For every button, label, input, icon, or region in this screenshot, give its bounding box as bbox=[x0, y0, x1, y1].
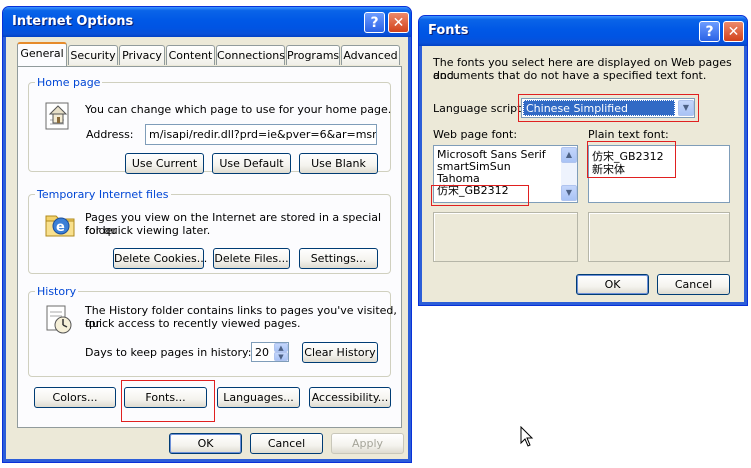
fonts-help-button[interactable]: ? bbox=[699, 21, 720, 42]
tab-general[interactable]: General bbox=[17, 42, 67, 66]
fonts-button-highlight bbox=[121, 380, 215, 422]
plain-text-preview bbox=[588, 212, 730, 262]
web-font-scroll-up-button[interactable]: ▲ bbox=[561, 147, 577, 163]
chevron-down-icon: ▼ bbox=[565, 188, 573, 197]
tab-programs[interactable]: Programs bbox=[286, 45, 340, 65]
help-icon: ? bbox=[370, 14, 379, 31]
days-spin-down-button[interactable]: ▼ bbox=[274, 352, 288, 361]
tab-advanced[interactable]: Advanced bbox=[341, 45, 400, 65]
plain-text-font-highlight bbox=[587, 141, 676, 178]
address-input[interactable]: m/isapi/redir.dll?prd=ie&pver=6&ar=msnho… bbox=[145, 124, 377, 145]
language-script-highlight bbox=[518, 94, 699, 122]
colors-button[interactable]: Colors... bbox=[34, 387, 116, 408]
address-label: Address: bbox=[86, 128, 134, 141]
clear-history-button[interactable]: Clear History bbox=[302, 342, 378, 363]
web-font-scroll-track[interactable] bbox=[561, 163, 577, 185]
plain-text-font-label: Plain text font: bbox=[588, 128, 669, 141]
cancel-button[interactable]: Cancel bbox=[250, 433, 323, 454]
temp-files-icon: e bbox=[45, 215, 75, 237]
general-tab-panel: Home page You can change which page to u… bbox=[17, 66, 402, 428]
close-icon: ✕ bbox=[727, 23, 740, 40]
fonts-dialog-title: Fonts bbox=[428, 23, 469, 38]
fonts-description-line2: documents that do not have a specified t… bbox=[433, 69, 707, 82]
language-script-label: Language script: bbox=[433, 102, 526, 115]
close-button[interactable]: ✕ bbox=[388, 12, 409, 33]
internet-options-titlebar[interactable]: Internet Options ? ✕ bbox=[3, 7, 411, 37]
fonts-close-button[interactable]: ✕ bbox=[723, 21, 744, 42]
days-spin-up-button[interactable]: ▲ bbox=[274, 343, 288, 352]
history-icon bbox=[46, 305, 72, 334]
spin-up-icon: ▲ bbox=[278, 344, 284, 352]
web-font-scroll-down-button[interactable]: ▼ bbox=[561, 185, 577, 201]
spin-down-icon: ▼ bbox=[278, 353, 284, 361]
home-page-icon bbox=[45, 102, 69, 130]
help-button[interactable]: ? bbox=[364, 12, 385, 33]
history-group: History bbox=[28, 285, 391, 377]
tab-privacy[interactable]: Privacy bbox=[119, 45, 165, 65]
accessibility-button[interactable]: Accessibility... bbox=[309, 387, 391, 408]
tab-strip: General Security Privacy Content Connect… bbox=[17, 42, 401, 67]
delete-cookies-button[interactable]: Delete Cookies... bbox=[113, 248, 207, 269]
close-icon: ✕ bbox=[392, 14, 405, 31]
history-description-line2: quick access to recently viewed pages. bbox=[85, 317, 301, 330]
fonts-cancel-button[interactable]: Cancel bbox=[657, 274, 730, 295]
mouse-cursor-icon bbox=[520, 426, 534, 447]
tab-content[interactable]: Content bbox=[166, 45, 215, 65]
use-default-button[interactable]: Use Default bbox=[212, 153, 291, 174]
temp-files-legend: Temporary Internet files bbox=[37, 188, 169, 201]
fonts-dialog-titlebar[interactable]: Fonts ? ✕ bbox=[419, 16, 747, 46]
web-font-preview bbox=[433, 212, 578, 262]
home-page-description: You can change which page to use for you… bbox=[85, 103, 392, 116]
ok-button[interactable]: OK bbox=[169, 433, 242, 454]
use-blank-button[interactable]: Use Blank bbox=[299, 153, 378, 174]
svg-text:e: e bbox=[56, 220, 65, 235]
languages-button[interactable]: Languages... bbox=[217, 387, 300, 408]
tab-security[interactable]: Security bbox=[68, 45, 118, 65]
fonts-ok-button[interactable]: OK bbox=[576, 274, 649, 295]
tab-connections[interactable]: Connections bbox=[216, 45, 285, 65]
web-page-font-label: Web page font: bbox=[433, 128, 518, 141]
home-page-legend: Home page bbox=[37, 76, 101, 89]
help-icon: ? bbox=[705, 23, 714, 40]
history-legend: History bbox=[37, 285, 77, 298]
web-font-highlight bbox=[431, 185, 529, 206]
temp-files-description-line2: for quick viewing later. bbox=[85, 224, 211, 237]
settings-button[interactable]: Settings... bbox=[299, 248, 378, 269]
chevron-up-icon: ▲ bbox=[565, 150, 573, 159]
internet-options-window: Internet Options ? ✕ General Security Pr… bbox=[2, 6, 412, 463]
window-title: Internet Options bbox=[12, 14, 134, 29]
delete-files-button[interactable]: Delete Files... bbox=[213, 248, 290, 269]
fonts-dialog: Fonts ? ✕ The fonts you select here are … bbox=[418, 15, 748, 306]
apply-button[interactable]: Apply bbox=[331, 433, 404, 454]
use-current-button[interactable]: Use Current bbox=[125, 153, 204, 174]
days-to-keep-label: Days to keep pages in history: bbox=[85, 346, 252, 359]
